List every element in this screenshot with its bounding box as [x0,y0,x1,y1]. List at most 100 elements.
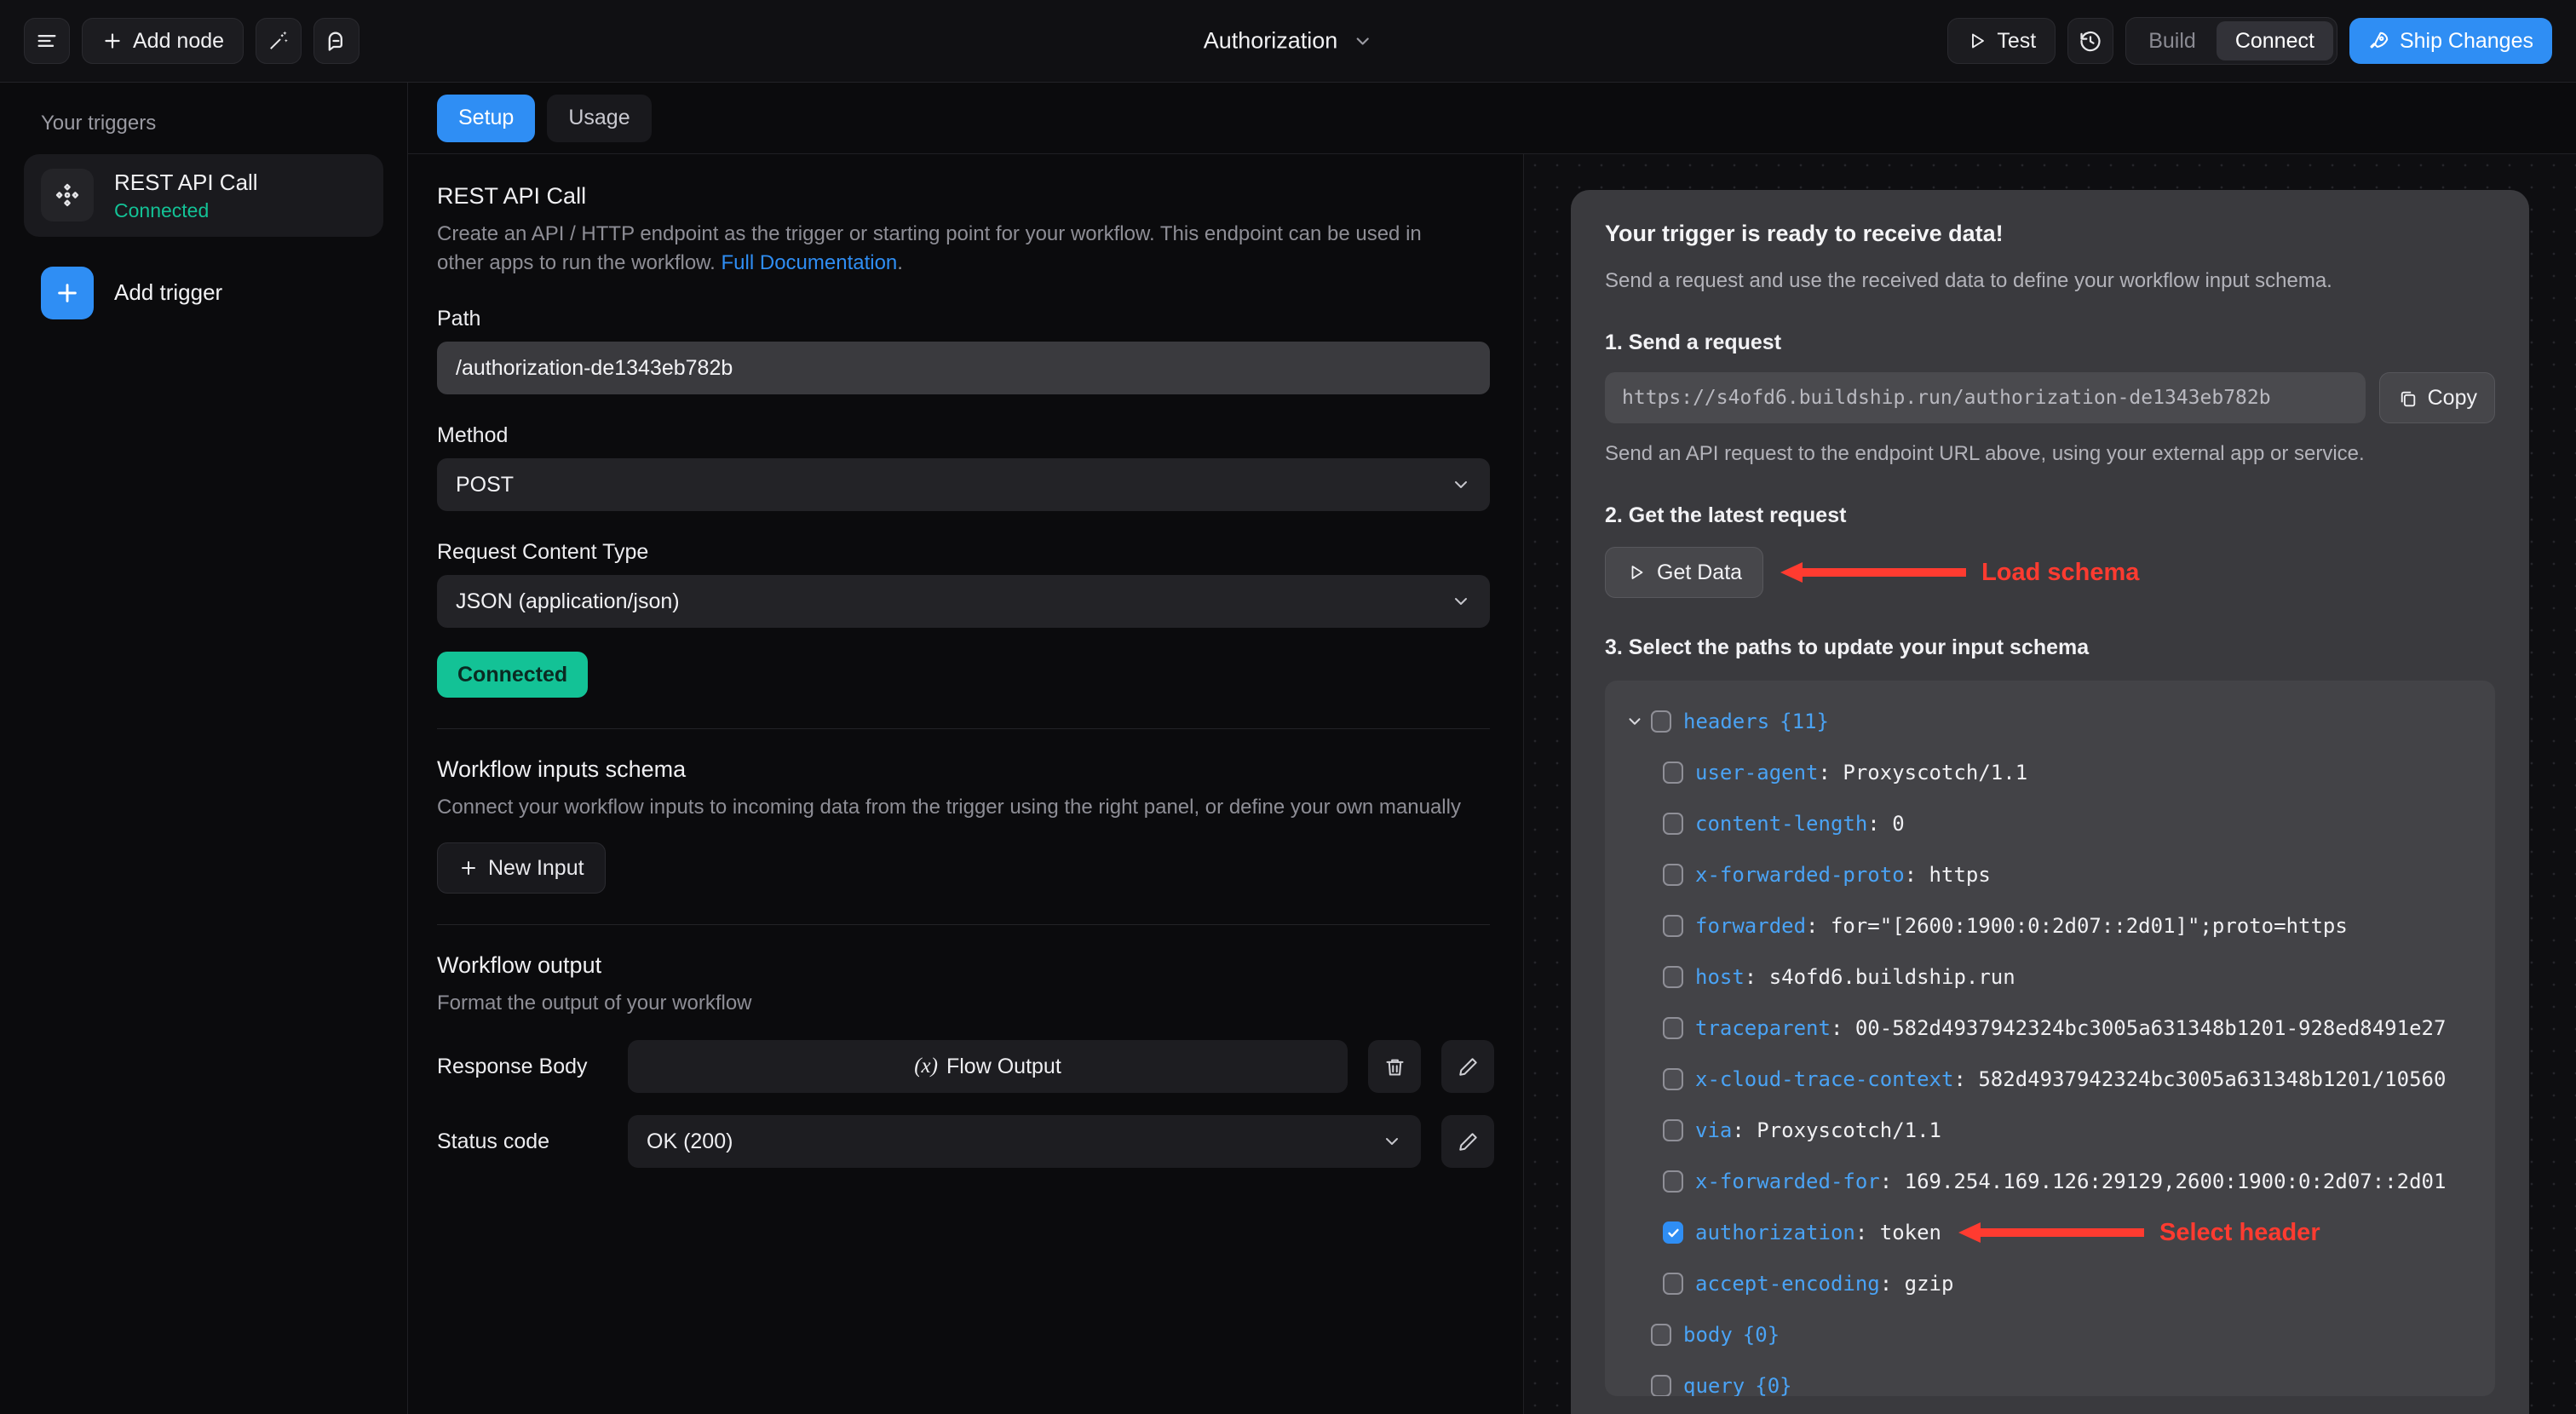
tree-value: Proxyscotch/1.1 [1843,761,2028,785]
connected-badge: Connected [437,652,589,698]
node-trigger-icon [41,169,94,222]
tree-row-x-cloud-trace-context[interactable]: x-cloud-trace-context: 582d4937942324bc3… [1624,1054,2476,1105]
sidebar-item-rest-api-call[interactable]: REST API Call Connected [24,154,383,237]
request-content-type-value: JSON (application/json) [456,589,680,613]
main-pane: Setup Usage REST API Call Create an API … [408,83,2576,1414]
copy-button[interactable]: Copy [2378,372,2495,423]
status-code-select[interactable]: OK (200) [628,1115,1421,1169]
tree-row-content-length[interactable]: content-length: 0 [1624,798,2476,849]
setup-usage-tabs: Setup Usage [408,83,2576,154]
tree-checkbox[interactable] [1663,864,1683,886]
chevron-down-icon [1386,1138,1398,1146]
workflow-inputs-schema-title: Workflow inputs schema [437,756,687,783]
tree-key: content-length [1695,812,1868,836]
tree-key: body [1683,1323,1733,1347]
workflow-title-dropdown[interactable]: Authorization [1204,28,1373,55]
history-clock-icon[interactable] [2067,18,2114,64]
pencil-icon[interactable] [1441,1115,1494,1169]
tree-checkbox[interactable] [1663,1068,1683,1090]
get-data-button[interactable]: Get Data [1605,547,1764,598]
left-arrow-icon [1958,1222,2144,1243]
tree-checkbox[interactable] [1663,1170,1683,1193]
annotation-label-select-header: Select header [2159,1218,2320,1246]
tree-row-authorization[interactable]: authorization: token Select header [1624,1207,2476,1258]
method-value: POST [456,472,515,497]
step-3-label: 3. Select the paths to update your input… [1605,635,2090,659]
tab-setup[interactable]: Setup [437,94,536,142]
chat-bubble-icon[interactable] [313,18,360,64]
tree-key: user-agent [1695,761,1819,785]
tree-key: x-cloud-trace-context [1695,1067,1954,1091]
panes: REST API Call Create an API / HTTP endpo… [408,154,2576,1414]
tree-checkbox[interactable] [1663,762,1683,784]
play-icon [1631,566,1643,579]
hamburger-menu-icon[interactable] [24,18,70,64]
tree-value: token [1879,1221,1941,1244]
tree-value: for="[2600:1900:0:2d07::2d01]";proto=htt… [1830,914,2348,938]
tree-row-query[interactable]: query {0} [1624,1360,2476,1396]
tree-row-forwarded[interactable]: forwarded: for="[2600:1900:0:2d07::2d01]… [1624,900,2476,951]
plus-icon [41,266,94,319]
response-body-field[interactable]: (x) Flow Output [628,1040,1348,1094]
plus-icon [105,33,120,49]
status-code-value: OK (200) [647,1129,733,1153]
new-input-label: New Input [488,855,584,880]
response-body-label: Response Body [437,1054,588,1078]
get-data-label: Get Data [1657,560,1743,584]
response-body-row: Response Body (x) Flow Output [437,1040,1494,1094]
add-node-button[interactable]: Add node [82,18,244,64]
tree-key: traceparent [1695,1016,1831,1040]
tree-checkbox[interactable] [1663,1273,1683,1295]
triggers-sidebar: Your triggers REST API Call Connected Ad… [0,83,408,1414]
tree-key: x-forwarded-for [1695,1170,1880,1193]
tree-row-x-forwarded-proto[interactable]: x-forwarded-proto: https [1624,849,2476,900]
tree-count: {0} [1755,1374,1792,1396]
tree-checkbox[interactable] [1651,710,1671,733]
tree-node-count: {11} [1780,710,1829,733]
tree-value: Proxyscotch/1.1 [1757,1118,1942,1142]
pencil-icon[interactable] [1441,1040,1494,1094]
new-input-button[interactable]: New Input [437,842,606,894]
tree-checkbox[interactable] [1663,813,1683,835]
tree-key: query [1683,1374,1745,1396]
tree-checkbox[interactable] [1651,1324,1671,1346]
tree-checkbox[interactable] [1663,1221,1683,1244]
method-label: Method [437,423,509,448]
top-toolbar: Add node Authorization Test Build Connec… [0,0,2576,83]
tree-row-x-forwarded-for[interactable]: x-forwarded-for: 169.254.169.126:29129,2… [1624,1156,2476,1207]
request-content-type-select[interactable]: JSON (application/json) [437,575,1490,629]
endpoint-url-input[interactable]: https://s4ofd6.buildship.run/authorizati… [1605,372,2366,423]
play-icon [1972,33,1985,49]
tree-row-via[interactable]: via: Proxyscotch/1.1 [1624,1105,2476,1156]
ship-changes-button[interactable]: Ship Changes [2349,18,2552,64]
tab-connect[interactable]: Connect [2216,21,2333,60]
full-documentation-link[interactable]: Full Documentation [722,251,898,274]
tree-checkbox[interactable] [1651,1375,1671,1396]
tree-node-headers[interactable]: headers {11} [1624,696,2476,747]
magic-wand-icon[interactable] [256,18,302,64]
tree-checkbox[interactable] [1663,915,1683,937]
tree-value: https [1929,863,1991,887]
tab-usage[interactable]: Usage [547,94,652,142]
tree-row-accept-encoding[interactable]: accept-encoding: gzip [1624,1258,2476,1309]
tree-checkbox[interactable] [1663,1119,1683,1141]
tree-row-traceparent[interactable]: traceparent: 00-582d4937942324bc3005a631… [1624,1003,2476,1054]
request-content-type-label: Request Content Type [437,540,649,565]
method-select[interactable]: POST [437,458,1490,512]
tree-checkbox[interactable] [1663,1017,1683,1039]
tab-build[interactable]: Build [2130,21,2215,60]
path-input[interactable]: /authorization-de1343eb782b [437,342,1490,395]
tree-count: {0} [1742,1323,1780,1347]
tree-checkbox[interactable] [1663,966,1683,988]
tree-value: 582d4937942324bc3005a631348b1201/10560 [1978,1067,2447,1091]
test-button[interactable]: Test [1947,18,2056,64]
chevron-down-icon[interactable] [1624,712,1646,731]
tree-row-body[interactable]: body {0} [1624,1309,2476,1360]
tree-row-host[interactable]: host: s4ofd6.buildship.run [1624,951,2476,1003]
annotation-arrow-load-schema: Load schema [1774,555,2139,589]
trash-icon[interactable] [1368,1040,1421,1094]
sidebar-item-add-trigger[interactable]: Add trigger [24,252,383,334]
tree-node-key: headers [1683,710,1770,733]
chevron-down-icon [1455,598,1467,606]
tree-row-user-agent[interactable]: user-agent: Proxyscotch/1.1 [1624,747,2476,798]
